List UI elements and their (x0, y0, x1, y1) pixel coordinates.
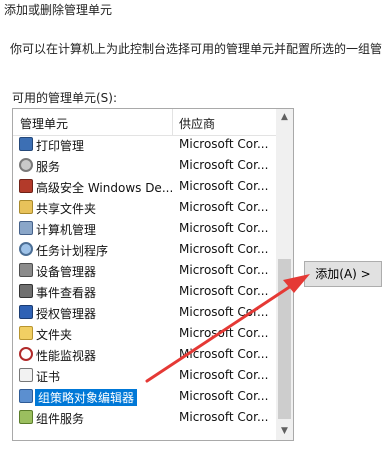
annotation-arrow-icon (145, 274, 310, 383)
